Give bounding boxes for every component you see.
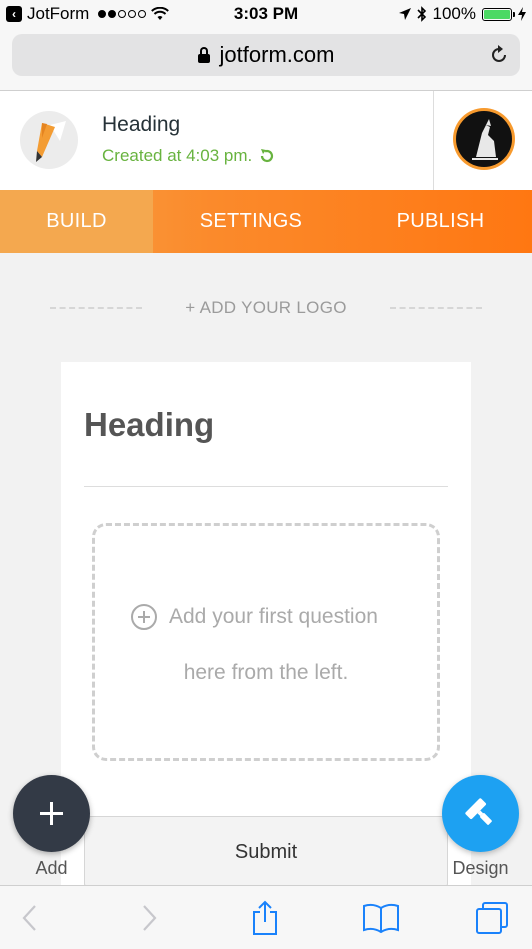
url-text[interactable]: jotform.com: [220, 42, 335, 68]
form-heading[interactable]: Heading: [84, 406, 214, 444]
created-text: Created at 4:03 pm.: [102, 146, 253, 165]
location-icon: [398, 8, 411, 20]
add-circle-icon: [131, 604, 157, 630]
charging-icon: [518, 7, 526, 21]
header-divider: [433, 91, 434, 190]
submit-button[interactable]: Submit: [84, 816, 448, 886]
form-title[interactable]: Heading: [102, 113, 180, 137]
add-label: Add: [35, 858, 68, 878]
drop-line-1: Add your first question: [131, 604, 378, 630]
dash-right: [390, 307, 482, 309]
tab-publish[interactable]: PUBLISH: [349, 190, 532, 253]
bookmarks-icon[interactable]: [360, 900, 402, 936]
bluetooth-icon: [416, 6, 426, 22]
drop-text-1: Add your first question: [169, 605, 378, 628]
pencil-logo-icon[interactable]: [20, 111, 78, 169]
builder-tabs: BUILD SETTINGS PUBLISH: [0, 190, 532, 253]
tab-settings[interactable]: SETTINGS: [153, 190, 349, 253]
avatar-image: [456, 111, 512, 167]
tab-build[interactable]: BUILD: [0, 190, 153, 253]
avatar[interactable]: [453, 108, 515, 170]
lock-icon: [197, 47, 210, 63]
design-label: Design: [452, 858, 509, 878]
form-card: Heading Add your first question here fro…: [61, 362, 471, 892]
heading-divider: [84, 486, 448, 487]
question-drop-zone[interactable]: Add your first question here from the le…: [92, 523, 440, 761]
form-created-status: Created at 4:03 pm.: [102, 146, 276, 166]
back-arrow-icon[interactable]: [12, 900, 48, 936]
browser-address-area: jotform.com: [0, 30, 532, 91]
drop-text-2: here from the left.: [183, 661, 349, 684]
share-icon[interactable]: [247, 900, 283, 936]
battery-icon: [482, 7, 515, 21]
paint-roller-icon: [464, 797, 492, 825]
form-header: Heading Created at 4:03 pm.: [0, 91, 532, 190]
battery-percent: 100%: [432, 4, 476, 23]
status-bar: ‹ JotForm 3:03 PM 100%: [0, 0, 532, 30]
browser-toolbar: [0, 885, 532, 949]
status-right: 100%: [398, 4, 526, 24]
reload-icon[interactable]: [488, 44, 510, 66]
add-element-button[interactable]: [13, 775, 90, 852]
add-logo-row: + ADD YOUR LOGO: [0, 296, 532, 320]
tabs-icon[interactable]: [474, 900, 510, 936]
revert-icon[interactable]: [258, 147, 276, 165]
design-button[interactable]: [442, 775, 519, 852]
address-bar[interactable]: jotform.com: [12, 34, 520, 76]
forward-arrow-icon[interactable]: [131, 900, 167, 936]
